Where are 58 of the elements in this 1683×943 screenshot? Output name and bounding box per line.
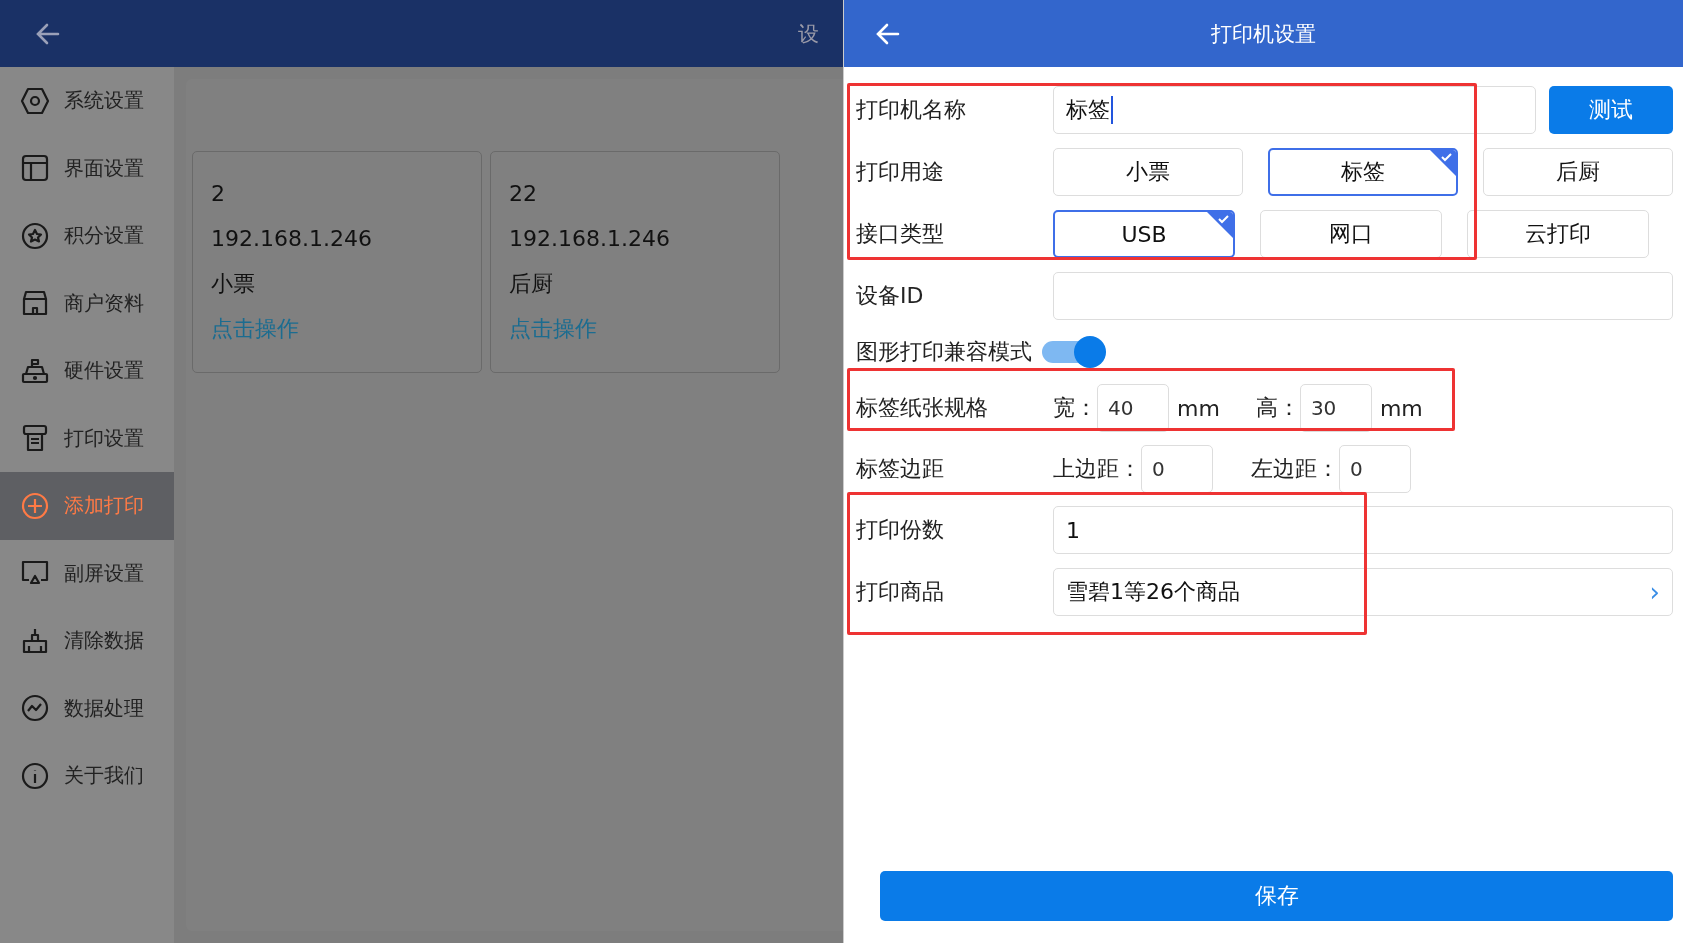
sidebar-item[interactable]: 副屏设置 xyxy=(0,539,174,607)
field-label: 设备ID xyxy=(856,282,925,310)
option-button[interactable]: 云打印 xyxy=(1467,210,1649,258)
input-field[interactable]: 1 xyxy=(1053,506,1673,554)
field-label: 标签边距 xyxy=(856,455,945,483)
sidebar-item[interactable]: 硬件设置 xyxy=(0,337,174,405)
input-field[interactable]: 0 xyxy=(1339,445,1411,493)
sidebar-item[interactable]: 商户资料 xyxy=(0,269,174,337)
product-selector[interactable]: 雪碧1等26个商品 › xyxy=(1053,568,1673,616)
toggle-switch[interactable] xyxy=(1042,337,1104,367)
printer-usage: 小票 xyxy=(211,270,256,297)
chart-icon xyxy=(20,693,50,724)
field-label: 接口类型 xyxy=(856,220,945,248)
printer-address: 192.168.1.246 xyxy=(211,225,373,252)
input-field[interactable]: 30 xyxy=(1299,384,1372,432)
field-label: 左边距： xyxy=(1251,455,1339,483)
sidebar-item[interactable]: 清除数据 xyxy=(0,607,174,675)
page-title: 设 xyxy=(798,20,819,48)
sidebar-item[interactable]: 打印设置 xyxy=(0,404,174,472)
printer-name: 22 xyxy=(509,180,538,207)
sidebar-item[interactable]: 系统设置 xyxy=(0,67,174,135)
sidebar-item[interactable]: 关于我们 xyxy=(0,742,174,810)
field-label: 打印机名称 xyxy=(856,96,967,124)
hexagon-icon xyxy=(20,85,50,116)
unit-label: mm xyxy=(1379,395,1423,421)
field-label: 打印份数 xyxy=(856,516,945,544)
sidebar-item[interactable]: 界面设置 xyxy=(0,134,174,202)
sidebar-item[interactable]: 积分设置 xyxy=(0,202,174,270)
option-button[interactable]: 小票 xyxy=(1053,148,1243,196)
info-icon xyxy=(20,760,50,791)
layout-icon xyxy=(20,153,50,184)
input-field[interactable] xyxy=(1053,272,1673,320)
dialog-title: 打印机设置 xyxy=(1211,20,1316,48)
check-corner-icon xyxy=(1430,150,1456,176)
check-corner-icon xyxy=(1207,212,1233,238)
unit-label: mm xyxy=(1177,395,1220,421)
field-label: 图形打印兼容模式 xyxy=(856,338,1032,366)
add-icon xyxy=(20,490,50,521)
option-button[interactable]: 后厨 xyxy=(1483,148,1673,196)
field-label: 宽： xyxy=(1053,394,1097,422)
input-field[interactable]: 40 xyxy=(1097,384,1169,432)
option-button[interactable]: USB xyxy=(1053,210,1235,258)
field-label: 上边距： xyxy=(1053,455,1141,483)
field-label: 标签纸张规格 xyxy=(856,394,989,422)
option-button[interactable]: 网口 xyxy=(1260,210,1442,258)
printer-name: 2 xyxy=(211,180,226,207)
save-button[interactable]: 保存 xyxy=(880,871,1673,921)
sidebar-item[interactable]: 数据处理 xyxy=(0,674,174,742)
field-label: 高： xyxy=(1255,394,1300,422)
option-button[interactable]: 标签 xyxy=(1268,148,1458,196)
test-button[interactable]: 测试 xyxy=(1549,86,1673,134)
printer-usage: 后厨 xyxy=(509,270,554,297)
field-label: 打印商品 xyxy=(856,578,945,606)
input-field[interactable]: 标签 xyxy=(1053,86,1536,134)
printer-icon xyxy=(20,423,50,454)
printer-address: 192.168.1.246 xyxy=(509,225,671,252)
sidebar-item[interactable]: 添加打印 xyxy=(0,472,174,540)
field-label: 打印用途 xyxy=(856,158,945,186)
